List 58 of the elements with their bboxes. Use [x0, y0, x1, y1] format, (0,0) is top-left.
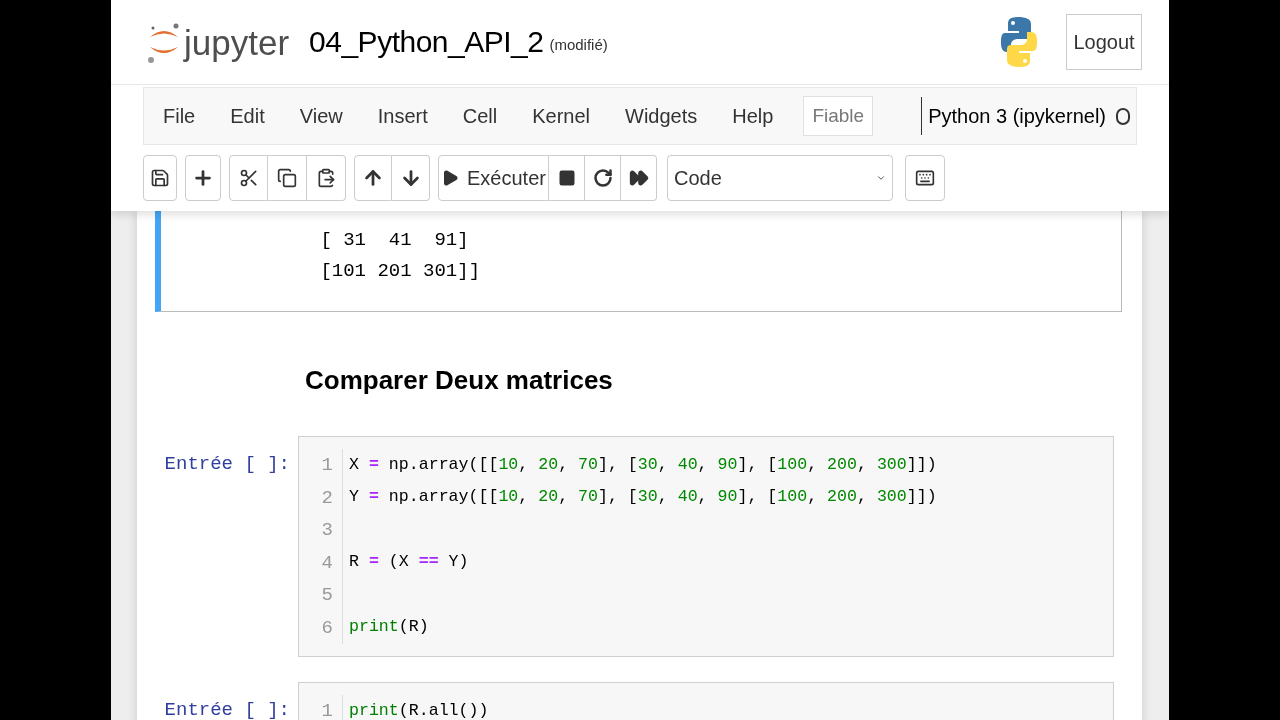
- cut-button[interactable]: [229, 155, 268, 201]
- scissors-icon: [238, 168, 259, 188]
- logout-button[interactable]: Logout: [1066, 14, 1142, 70]
- save-button[interactable]: [143, 155, 177, 201]
- fast-forward-icon: [628, 168, 649, 188]
- code-input[interactable]: 1 2 3 4 5 6 X = np.array([[10, 20, 70], [30, 40, 90], [100, 200, 300]]) Y = np.array([[10, 20, 70], [30, 40, 90], [100, 200, 300]]) R = (X == Y) print(R): [298, 436, 1114, 657]
- paste-button[interactable]: [307, 155, 346, 201]
- run-all-button[interactable]: [621, 155, 657, 201]
- stop-button[interactable]: [549, 155, 585, 201]
- copy-button[interactable]: [268, 155, 307, 201]
- code-input[interactable]: 1 print(R.all()): [298, 682, 1114, 720]
- menu-item[interactable]: Kernel: [521, 101, 601, 131]
- cell-prompt: Entrée [ ]:: [163, 698, 291, 720]
- line-number: 3: [321, 518, 333, 543]
- move-down-button[interactable]: [392, 155, 430, 201]
- play-icon: [441, 169, 460, 187]
- section-heading: Comparer Deux matrices: [305, 364, 613, 396]
- menu-item[interactable]: Insert: [366, 101, 439, 131]
- output-line: [101 201 301]]: [319, 259, 481, 284]
- plus-icon: [192, 167, 214, 189]
- restart-icon: [592, 168, 613, 188]
- code-line: R = (X == Y): [349, 551, 469, 574]
- keyboard-button[interactable]: [905, 155, 945, 201]
- keyboard-icon: [915, 168, 935, 188]
- menu-item[interactable]: Edit: [219, 101, 276, 131]
- restart-button[interactable]: [585, 155, 621, 201]
- code-line: print(R): [349, 616, 429, 639]
- menu-item[interactable]: File: [152, 101, 207, 131]
- line-number: 5: [321, 583, 333, 608]
- line-number: 1: [321, 453, 333, 478]
- copy-icon: [277, 168, 297, 188]
- notebook-title[interactable]: 04_Python_API_2: [309, 27, 544, 57]
- menu-item[interactable]: Cell: [451, 101, 509, 131]
- menu-item[interactable]: View: [288, 101, 354, 131]
- menu-item[interactable]: Widgets: [614, 101, 709, 131]
- logo-text: jupyter: [184, 24, 290, 60]
- python-logo-icon: [1000, 15, 1038, 69]
- output-line: [ 31 41 91]: [319, 228, 469, 253]
- line-number: 2: [321, 485, 333, 511]
- menu-item[interactable]: Help: [721, 101, 785, 131]
- code-line: Y = np.array([[10, 20, 70], [30, 40, 90], [100, 200, 300]]): [349, 486, 937, 509]
- move-up-button[interactable]: [354, 155, 392, 201]
- kernel-name[interactable]: Python 3 (ipykernel): [928, 101, 1106, 131]
- chevron-down-icon: [876, 173, 886, 183]
- line-number: 1: [321, 699, 333, 720]
- line-number: 4: [321, 550, 333, 576]
- add-cell-button[interactable]: [185, 155, 221, 201]
- trust-indicator[interactable]: Fiable: [803, 96, 874, 136]
- code-line: print(R.all()): [349, 699, 489, 720]
- code-line: X = np.array([[10, 20, 70], [30, 40, 90], [100, 200, 300]]): [349, 453, 937, 476]
- stop-icon: [557, 169, 576, 187]
- save-status: (modifié): [549, 34, 608, 55]
- line-number: 6: [321, 615, 333, 641]
- cell-type-select[interactable]: Code: [667, 155, 893, 201]
- cell-prompt: Entrée [ ]:: [163, 452, 291, 477]
- run-button[interactable]: Exécuter: [438, 155, 549, 201]
- paste-icon: [316, 168, 336, 188]
- save-icon: [150, 168, 170, 188]
